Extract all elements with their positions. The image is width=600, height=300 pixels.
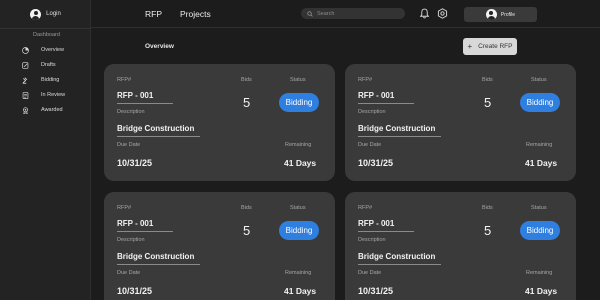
divider [358,103,414,104]
rfp-number: RFP - 001 [117,91,154,100]
profile-label: Profile [500,11,516,18]
description-value: Bridge Construction [358,252,436,261]
document-icon [22,91,29,99]
edit-icon [22,61,29,69]
search-input[interactable] [317,10,403,17]
remaining-value: 41 Days [525,286,558,296]
divider [117,264,200,265]
top-bar: RFP Projects Profile [91,0,600,28]
description-label: Description [117,109,145,115]
sidebar-item-drafts[interactable]: Drafts [22,60,82,70]
remaining-value: 41 Days [284,286,317,296]
sidebar: Login Dashboard Overview Drafts Bidding … [0,0,91,300]
divider [117,103,173,104]
remaining-label: Remaining [526,270,553,276]
gear-icon[interactable] [437,8,448,19]
description-value: Bridge Construction [117,252,195,261]
search-bar [301,8,405,19]
sidebar-item-label: In Review [41,92,66,98]
sidebar-item-label: Bidding [41,77,60,83]
due-date-label: Due Date [358,270,382,276]
login-button[interactable]: Login [0,6,91,22]
bids-label: Bids [482,77,493,83]
bids-label: Bids [241,77,252,83]
due-date-value: 10/31/25 [358,286,394,296]
sidebar-item-label: Overview [41,47,64,53]
rfp-number-label: RFP# [117,205,132,211]
sidebar-item-awarded[interactable]: Awarded [22,105,82,115]
sidebar-section-label: Dashboard [33,32,60,38]
divider [117,136,200,137]
status-label: Status [531,205,547,211]
bids-count: 5 [243,223,251,238]
status-label: Status [290,77,306,83]
rfp-number-label: RFP# [117,77,132,83]
description-label: Description [117,237,145,243]
remaining-value: 41 Days [284,158,317,168]
due-date-value: 10/31/25 [117,286,153,296]
bell-icon[interactable] [419,8,430,19]
gavel-icon [22,76,28,84]
due-date-label: Due Date [117,142,141,148]
bids-label: Bids [241,205,252,211]
status-badge[interactable]: Bidding [279,221,319,240]
bids-count: 5 [484,223,492,238]
create-rfp-label: Create RFP [478,43,513,50]
award-icon [23,106,28,114]
rfp-number: RFP - 001 [117,219,154,228]
description-value: Bridge Construction [358,124,436,133]
rfp-number-label: RFP# [358,77,373,83]
rfp-number-label: RFP# [358,205,373,211]
sidebar-divider [0,28,91,29]
pie-chart-icon [22,46,29,54]
bids-count: 5 [484,95,492,110]
tab-projects[interactable]: Projects [180,9,211,19]
status-badge[interactable]: Bidding [279,93,319,112]
login-label: Login [46,11,61,17]
description-label: Description [358,109,386,115]
remaining-value: 41 Days [525,158,558,168]
divider [358,264,441,265]
plus-icon: + [467,41,473,51]
create-rfp-button[interactable]: + Create RFP [463,38,517,55]
remaining-label: Remaining [285,142,312,148]
user-icon [30,8,42,20]
description-label: Description [358,237,386,243]
status-label: Status [290,205,306,211]
due-date-value: 10/31/25 [117,158,153,168]
remaining-label: Remaining [285,270,312,276]
rfp-card[interactable]: RFP# Bids Status RFP - 001 5 Bidding Des… [345,64,576,181]
description-value: Bridge Construction [117,124,195,133]
rfp-card[interactable]: RFP# Bids Status RFP - 001 5 Bidding Des… [104,64,335,181]
sidebar-item-label: Awarded [41,107,63,113]
profile-button[interactable]: Profile [464,7,537,22]
bids-count: 5 [243,95,251,110]
user-icon [485,9,497,20]
status-badge[interactable]: Bidding [520,221,560,240]
sidebar-item-label: Drafts [41,62,56,68]
rfp-number: RFP - 001 [358,219,395,228]
remaining-label: Remaining [526,142,553,148]
status-badge[interactable]: Bidding [520,93,560,112]
bids-label: Bids [482,205,493,211]
divider [358,231,414,232]
sidebar-item-in-review[interactable]: In Review [22,90,82,100]
rfp-card[interactable]: RFP# Bids Status RFP - 001 5 Bidding Des… [104,192,335,300]
due-date-label: Due Date [117,270,141,276]
page-title: Overview [145,43,174,50]
sidebar-item-bidding[interactable]: Bidding [22,75,82,85]
divider [117,231,173,232]
rfp-number: RFP - 001 [358,91,395,100]
divider [358,136,441,137]
status-label: Status [531,77,547,83]
due-date-label: Due Date [358,142,382,148]
due-date-value: 10/31/25 [358,158,394,168]
sidebar-item-overview[interactable]: Overview [22,45,82,55]
search-icon [307,10,313,17]
rfp-card[interactable]: RFP# Bids Status RFP - 001 5 Bidding Des… [345,192,576,300]
tab-rfp[interactable]: RFP [145,9,162,19]
